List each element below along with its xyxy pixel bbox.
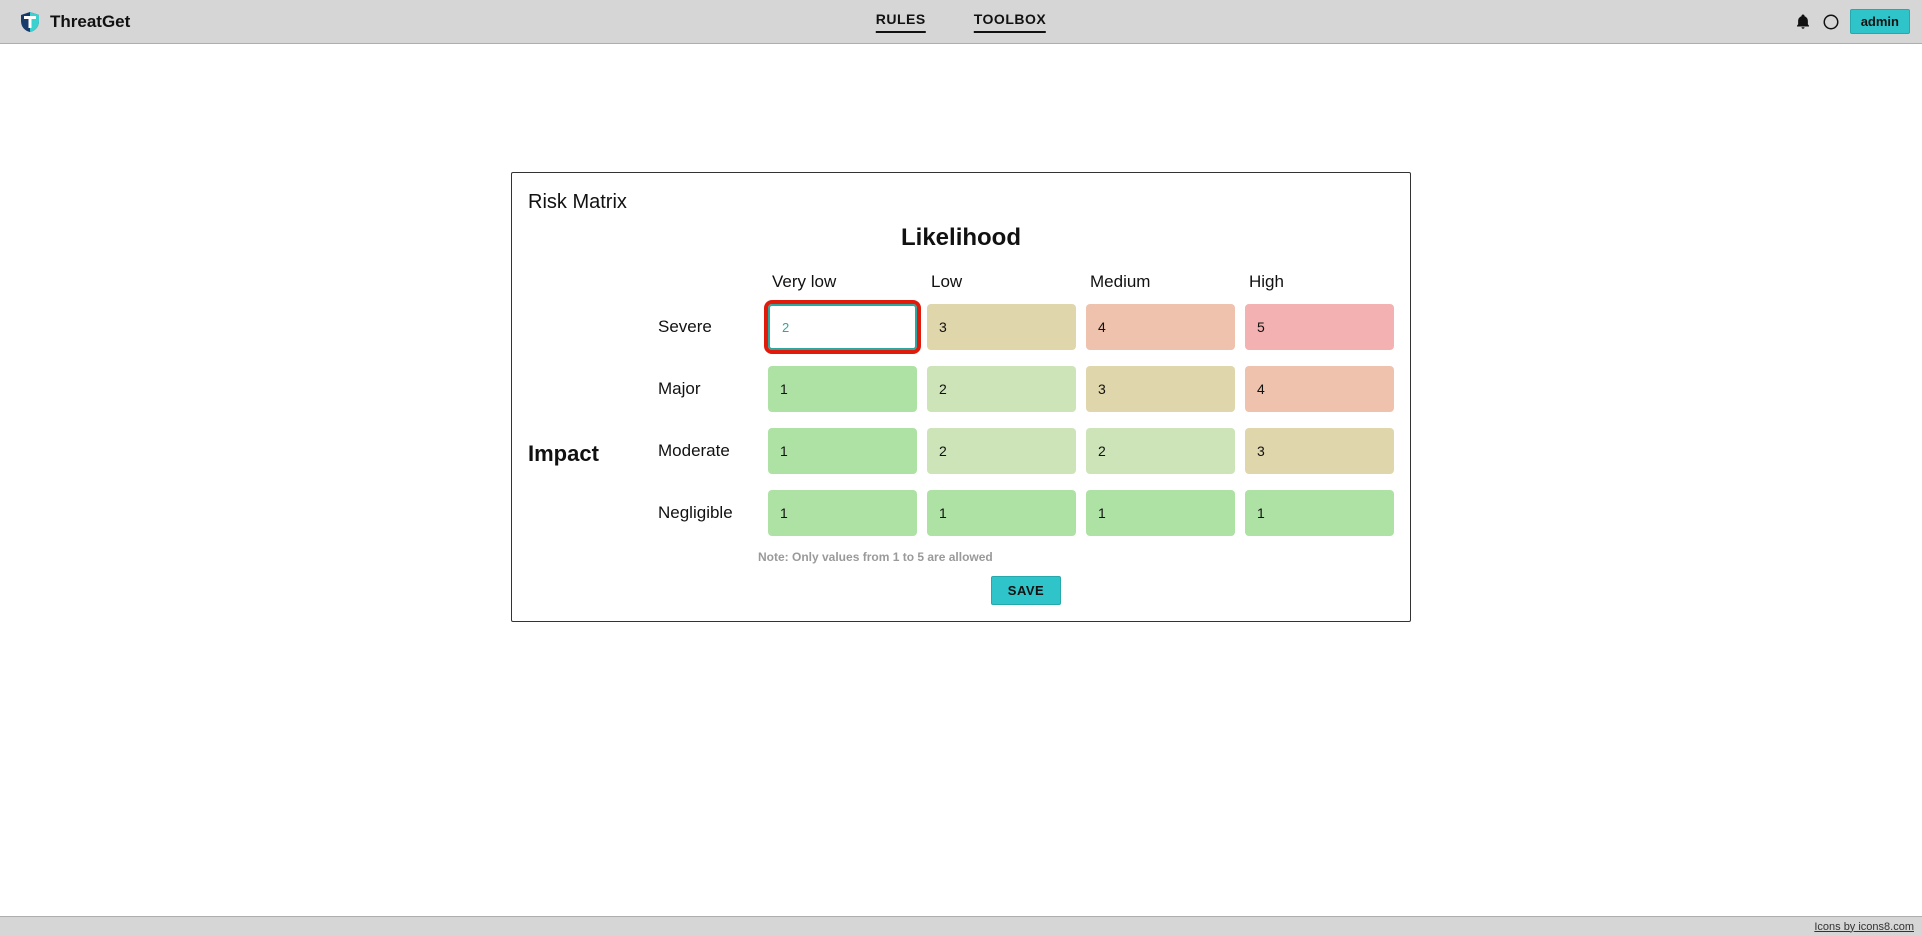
risk-cell[interactable]: 2 xyxy=(927,428,1076,474)
header-spacer xyxy=(658,272,758,300)
risk-cell[interactable]: 2 xyxy=(1086,428,1235,474)
impact-row-label: Negligible xyxy=(658,503,758,523)
risk-cell[interactable]: 1 xyxy=(1086,490,1235,536)
nav-toolbox-label: TOOLBOX xyxy=(974,11,1046,33)
impact-row-label: Major xyxy=(658,379,758,399)
risk-cell[interactable]: 2 xyxy=(927,366,1076,412)
risk-cell[interactable]: 1 xyxy=(1245,490,1394,536)
risk-cell[interactable]: 4 xyxy=(1086,304,1235,350)
likelihood-header-medium: Medium xyxy=(1086,272,1235,300)
user-button[interactable]: admin xyxy=(1850,9,1910,34)
matrix-rows: Severe2345Major1234Moderate1223Negligibl… xyxy=(658,304,1394,536)
save-button[interactable]: SAVE xyxy=(991,576,1061,605)
likelihood-header-very-low: Very low xyxy=(768,272,917,300)
logo: ThreatGet xyxy=(18,10,130,34)
app-header: ThreatGet RULES TOOLBOX admin xyxy=(0,0,1922,44)
card-title: Risk Matrix xyxy=(528,191,1394,214)
likelihood-axis-title: Likelihood xyxy=(528,224,1394,252)
nav-rules[interactable]: RULES xyxy=(872,3,930,41)
impact-row-label: Severe xyxy=(658,317,758,337)
risk-cell-input[interactable]: 2 xyxy=(768,304,917,350)
risk-cell[interactable]: 1 xyxy=(768,428,917,474)
risk-cell[interactable]: 1 xyxy=(927,490,1076,536)
risk-cell[interactable]: 5 xyxy=(1245,304,1394,350)
risk-cell[interactable]: 4 xyxy=(1245,366,1394,412)
impact-row-label: Moderate xyxy=(658,441,758,461)
nav-rules-label: RULES xyxy=(876,11,926,33)
status-circle-icon[interactable] xyxy=(1822,13,1840,31)
nav-toolbox[interactable]: TOOLBOX xyxy=(970,3,1050,41)
risk-cell[interactable]: 3 xyxy=(1245,428,1394,474)
matrix-row: Negligible1111 xyxy=(658,490,1394,536)
risk-cell[interactable]: 3 xyxy=(927,304,1076,350)
icons-credit-link[interactable]: Icons by icons8.com xyxy=(1814,921,1914,933)
risk-cell[interactable]: 3 xyxy=(1086,366,1235,412)
brand-shield-icon xyxy=(18,10,42,34)
matrix-row: Severe 2345 xyxy=(658,304,1394,350)
likelihood-header-high: High xyxy=(1245,272,1394,300)
footer: Icons by icons8.com xyxy=(0,916,1922,936)
impact-axis-title: Impact xyxy=(528,441,599,467)
risk-cell[interactable]: 1 xyxy=(768,366,917,412)
likelihood-headers: Very low Low Medium High xyxy=(658,272,1394,300)
risk-cell[interactable]: 1 xyxy=(768,490,917,536)
value-range-note: Note: Only values from 1 to 5 are allowe… xyxy=(758,550,1394,564)
top-nav: RULES TOOLBOX xyxy=(872,3,1050,41)
bell-icon[interactable] xyxy=(1794,13,1812,31)
header-right: admin xyxy=(1794,9,1910,34)
page-content: Risk Matrix Likelihood Impact Very low L… xyxy=(0,44,1922,622)
risk-matrix-card: Risk Matrix Likelihood Impact Very low L… xyxy=(511,172,1411,622)
matrix-row: Moderate1223 xyxy=(658,428,1394,474)
brand-name: ThreatGet xyxy=(50,12,130,32)
matrix-row: Major 1234 xyxy=(658,366,1394,412)
likelihood-header-low: Low xyxy=(927,272,1076,300)
